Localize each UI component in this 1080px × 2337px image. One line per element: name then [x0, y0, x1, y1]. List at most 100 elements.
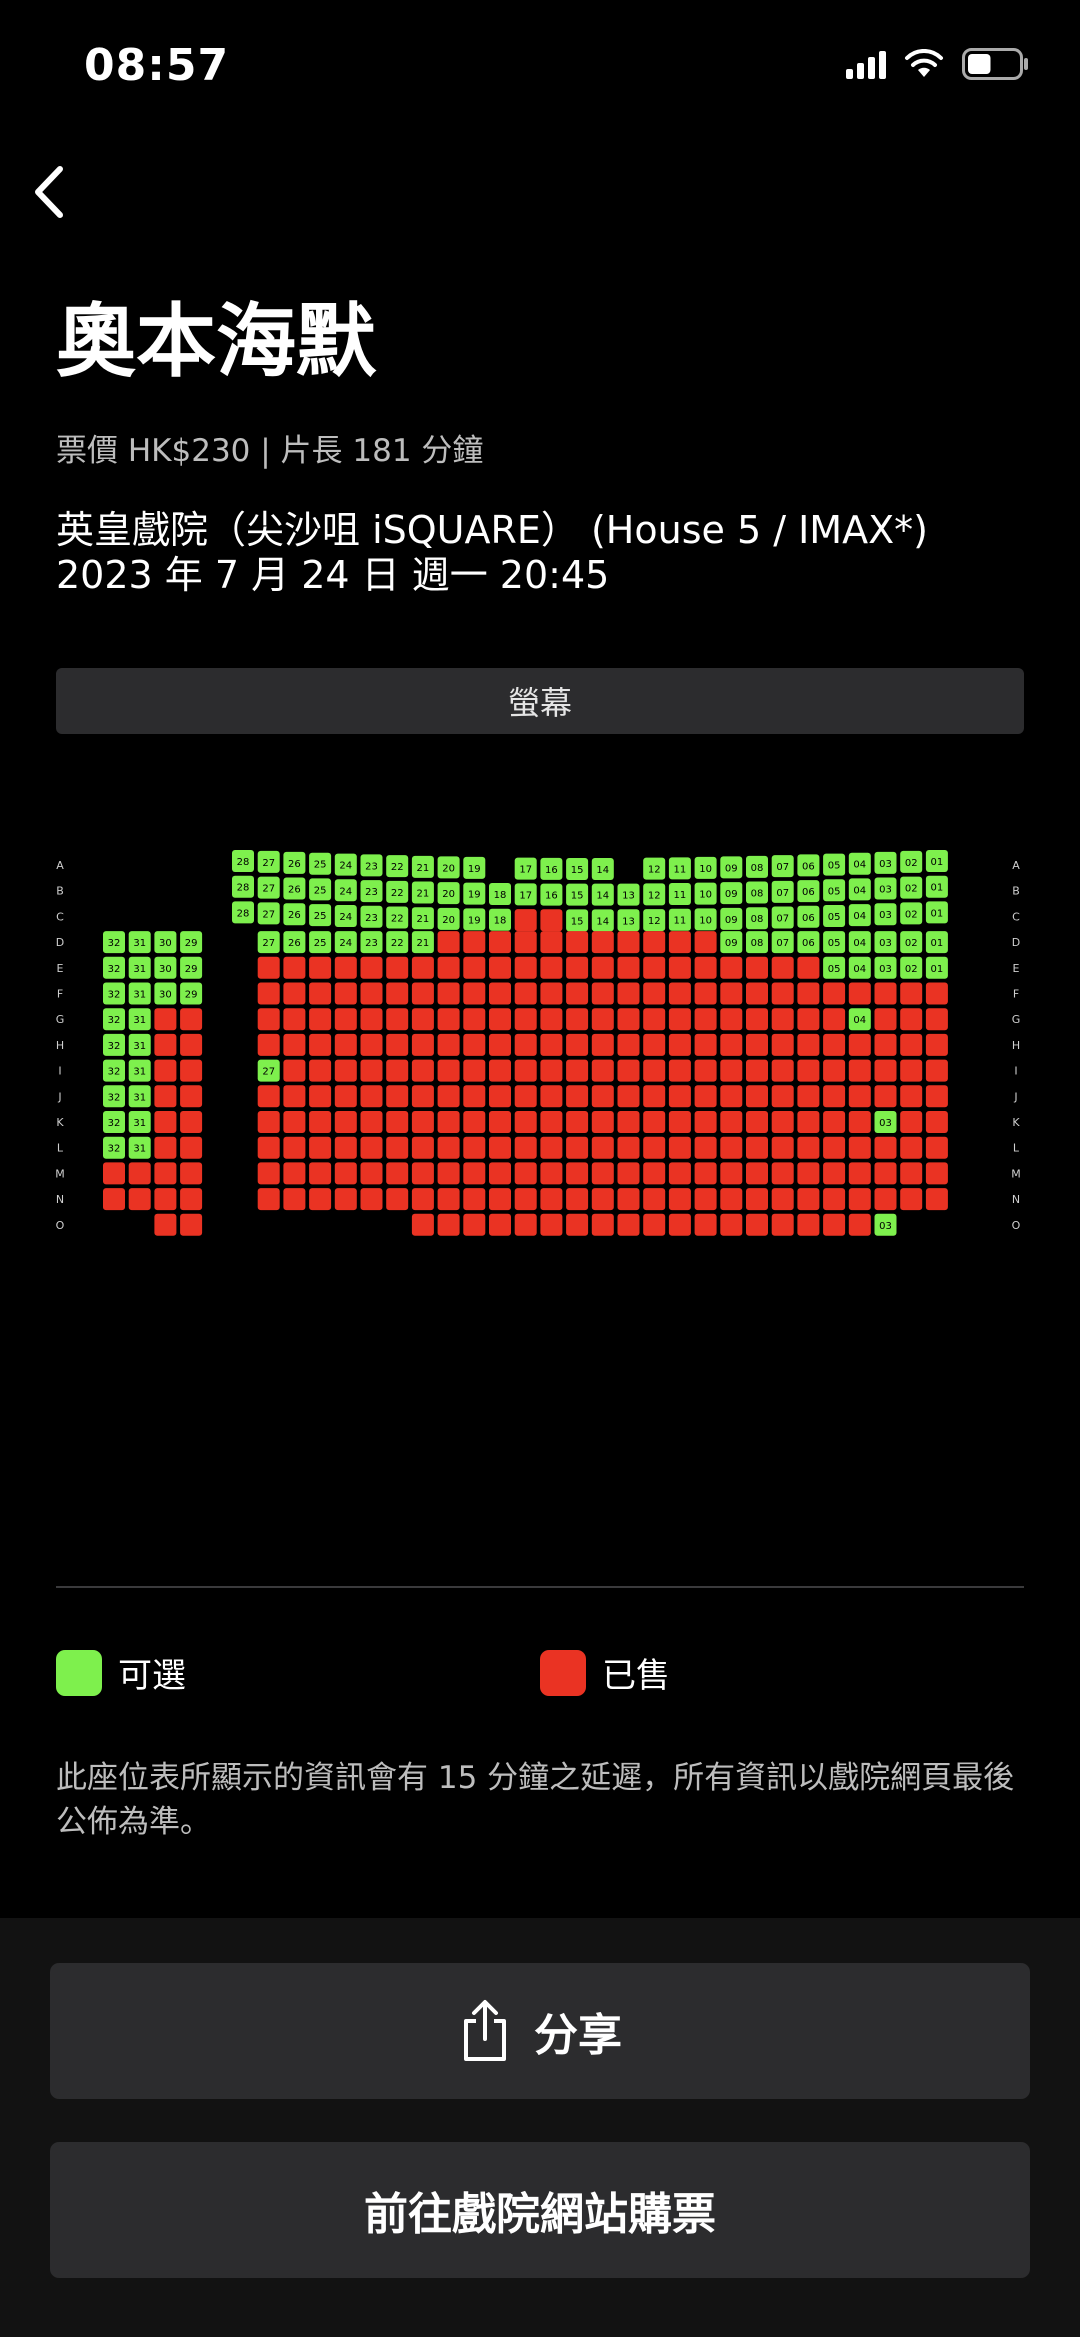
seat-sold: [180, 1162, 203, 1185]
seat-sold: [617, 956, 640, 979]
seat-number: 06: [802, 861, 815, 872]
seat-sold: [514, 1111, 537, 1133]
seat-sold: [668, 1162, 691, 1185]
row-label-left: L: [57, 1142, 64, 1155]
share-button[interactable]: 分享: [50, 1963, 1030, 2099]
seat-sold: [437, 1085, 460, 1108]
seat-sold: [283, 1008, 306, 1031]
seat-number: 25: [314, 938, 327, 949]
battery-icon: [962, 48, 1028, 80]
seat-sold: [128, 1188, 151, 1211]
seat-sold: [643, 982, 666, 1005]
seat-sold: [180, 1008, 203, 1031]
seat-sold: [463, 1136, 486, 1159]
seat-sold: [874, 1162, 897, 1185]
seat-sold: [771, 1188, 794, 1211]
seat-number: 27: [262, 909, 275, 920]
seat-number: 03: [879, 1221, 892, 1232]
seat-number: 06: [802, 938, 815, 949]
seat-number: 16: [545, 865, 558, 876]
seat-sold: [540, 1111, 563, 1133]
seat-sold: [925, 1059, 948, 1082]
row-label-right: L: [1013, 1142, 1020, 1155]
seat-sold: [386, 1008, 409, 1031]
seat-sold: [566, 1111, 589, 1133]
seat-number: 25: [314, 860, 327, 871]
seat-sold: [668, 1188, 691, 1211]
seat-sold: [257, 982, 280, 1005]
seat-sold: [694, 1162, 717, 1185]
seat-number: 20: [442, 889, 455, 900]
seat-number: 22: [391, 862, 404, 873]
seat-sold: [566, 1162, 589, 1185]
seat-sold: [746, 1008, 768, 1031]
seat-sold: [514, 1033, 537, 1056]
seat-sold: [823, 1162, 846, 1185]
seat-sold: [566, 1213, 589, 1236]
seat-number: 32: [108, 1118, 121, 1129]
seat-number: 01: [931, 883, 944, 894]
seat-sold: [874, 982, 897, 1005]
seat-number: 29: [185, 990, 198, 1001]
seat-sold: [309, 1008, 332, 1031]
seat-sold: [257, 956, 280, 979]
seat-sold: [386, 1033, 409, 1056]
seat-sold: [720, 956, 743, 979]
seat-sold: [848, 1162, 871, 1185]
seat-sold: [823, 1213, 846, 1236]
seat-sold: [720, 1188, 743, 1211]
seat-sold: [591, 1033, 614, 1056]
seat-number: 09: [725, 889, 738, 900]
seat-number: 25: [314, 885, 327, 896]
back-button[interactable]: [22, 155, 82, 225]
seat-sold: [900, 1059, 923, 1082]
seat-sold: [874, 1033, 897, 1056]
seat-sold: [566, 1033, 589, 1056]
seat-sold: [283, 1085, 306, 1108]
seat-sold: [360, 1008, 383, 1031]
seat-number: 21: [417, 889, 430, 900]
seat-number: 01: [931, 908, 944, 919]
seat-number: 21: [417, 863, 430, 874]
legend-available: 可選: [56, 1648, 186, 1697]
seat-number: 31: [133, 1067, 146, 1078]
seat-number: 02: [905, 938, 918, 949]
seat-sold: [360, 1085, 383, 1108]
seat-sold: [489, 956, 511, 979]
seat-sold: [386, 1162, 409, 1185]
row-label-right: M: [1011, 1167, 1021, 1180]
seat-sold: [848, 1136, 871, 1159]
seat-sold: [411, 1033, 434, 1056]
seat-sold: [848, 982, 871, 1005]
seat-sold: [566, 931, 589, 954]
row-label-right: C: [1012, 910, 1020, 923]
seat-sold: [823, 1111, 846, 1133]
seat-sold: [925, 1188, 948, 1211]
seat-sold: [463, 1162, 486, 1185]
seat-sold: [643, 1059, 666, 1082]
seat-sold: [797, 1033, 820, 1056]
seat-sold: [514, 982, 537, 1005]
seat-sold: [334, 956, 357, 979]
seat-sold: [643, 956, 666, 979]
seat-sold: [720, 1111, 743, 1133]
seat-number: 24: [339, 886, 352, 897]
seat-number: 01: [931, 938, 944, 949]
seat-sold: [643, 1213, 666, 1236]
seat-sold: [489, 1085, 511, 1108]
seat-map: A AB BC CD DE EF FG GH HI IJ JK KL LM MN NO O32 31 30 2932…: [55, 850, 1021, 1236]
seat-sold: [823, 1008, 846, 1031]
seat-number: 07: [776, 862, 789, 873]
seat-number: 04: [853, 938, 866, 949]
seat-number: 14: [596, 916, 609, 927]
seat-sold: [668, 1136, 691, 1159]
seat-sold: [591, 1136, 614, 1159]
seat-number: 24: [339, 938, 352, 949]
seat-sold: [463, 1111, 486, 1133]
seat-number: 10: [699, 890, 712, 901]
buy-tickets-button[interactable]: 前往戲院網站購票: [50, 2142, 1030, 2278]
seat-sold: [514, 931, 537, 954]
seat-number: 13: [622, 891, 635, 902]
seat-number: 22: [391, 888, 404, 899]
seat-number: 11: [674, 864, 687, 875]
